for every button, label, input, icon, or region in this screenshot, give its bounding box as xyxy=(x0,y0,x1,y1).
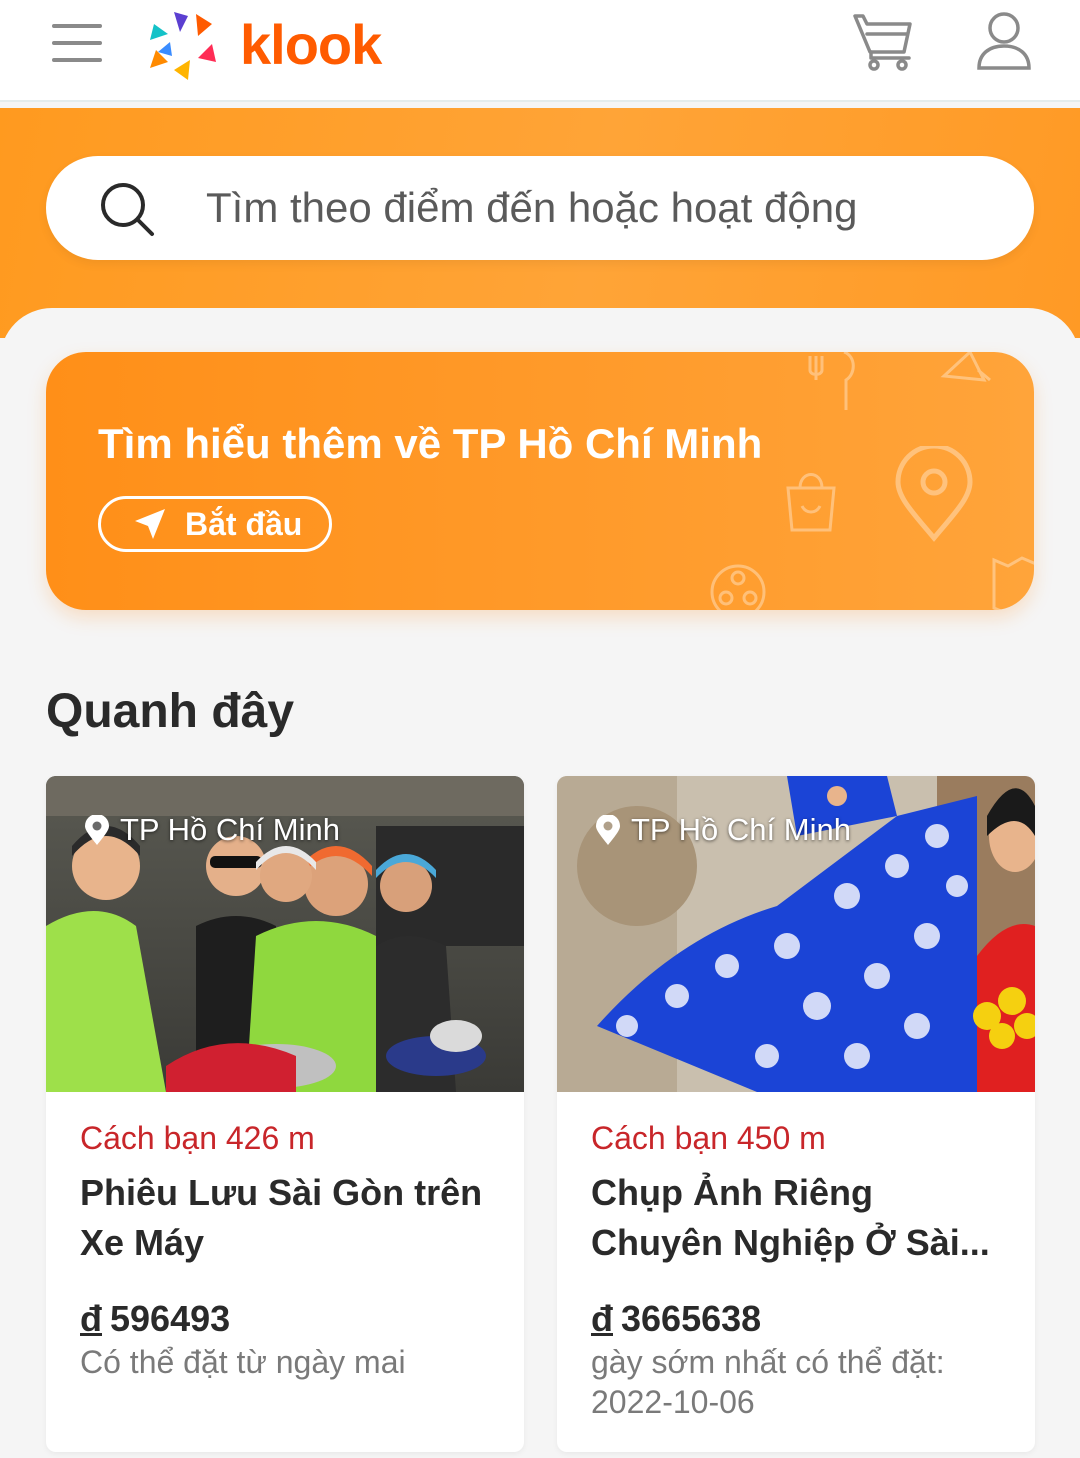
shopping-cart-icon[interactable] xyxy=(852,12,914,74)
logo-text: klook xyxy=(240,12,382,76)
search-input[interactable] xyxy=(206,156,1006,260)
location-pin-icon xyxy=(85,815,109,845)
card-location-label: TP Hồ Chí Minh xyxy=(120,812,340,847)
card-distance: Cách bạn 450 m xyxy=(591,1120,826,1156)
activity-card[interactable]: TP Hồ Chí Minh Cách bạn 450 m Chụp Ảnh R… xyxy=(557,776,1035,1452)
city-guide-banner[interactable]: Tìm hiểu thêm về TP Hồ Chí Minh Bắt đầu xyxy=(46,352,1034,610)
card-location: TP Hồ Chí Minh xyxy=(84,812,340,848)
card-price: đ 596493 xyxy=(80,1298,230,1340)
currency-symbol: đ xyxy=(80,1298,102,1339)
film-reel-icon xyxy=(710,564,766,610)
fork-knife-icon xyxy=(808,352,855,410)
top-header: klook xyxy=(0,0,1080,102)
shopping-bag-icon xyxy=(786,473,836,532)
card-title[interactable]: Phiêu Lưu Sài Gòn trên Xe Máy xyxy=(80,1168,500,1268)
currency-symbol: đ xyxy=(591,1298,613,1339)
location-pin-icon xyxy=(596,815,620,845)
banner-title: Tìm hiểu thêm về TP Hồ Chí Minh xyxy=(98,420,763,467)
megaphone-icon xyxy=(940,352,991,382)
klook-logo[interactable]: klook xyxy=(144,4,382,84)
card-price: đ 3665638 xyxy=(591,1298,761,1340)
card-location: TP Hồ Chí Minh xyxy=(595,812,851,848)
activity-card[interactable]: TP Hồ Chí Minh Cách bạn 426 m Phiêu Lưu … xyxy=(46,776,524,1452)
start-button[interactable]: Bắt đầu xyxy=(98,496,332,552)
map-fold-icon xyxy=(992,556,1034,610)
search-bar[interactable] xyxy=(46,156,1034,260)
search-icon xyxy=(101,183,154,236)
card-title[interactable]: Chụp Ảnh Riêng Chuyên Nghiệp Ở Sài... xyxy=(591,1168,1011,1268)
user-account-icon[interactable] xyxy=(976,10,1032,72)
card-location-label: TP Hồ Chí Minh xyxy=(631,812,851,847)
price-value: 3665638 xyxy=(621,1298,762,1339)
card-availability: Có thể đặt từ ngày mai xyxy=(80,1344,406,1380)
location-pin-deco-icon xyxy=(895,446,973,542)
navigation-arrow-icon xyxy=(135,509,165,539)
hamburger-menu-icon[interactable] xyxy=(52,24,102,62)
card-distance: Cách bạn 426 m xyxy=(80,1120,315,1156)
price-value: 596493 xyxy=(110,1298,231,1339)
card-availability: gày sớm nhất có thể đặt: 2022-10-06 xyxy=(591,1344,945,1420)
nearby-section-title: Quanh đây xyxy=(46,685,295,738)
start-button-label: Bắt đầu xyxy=(185,505,303,542)
klook-logo-icon xyxy=(150,12,216,80)
